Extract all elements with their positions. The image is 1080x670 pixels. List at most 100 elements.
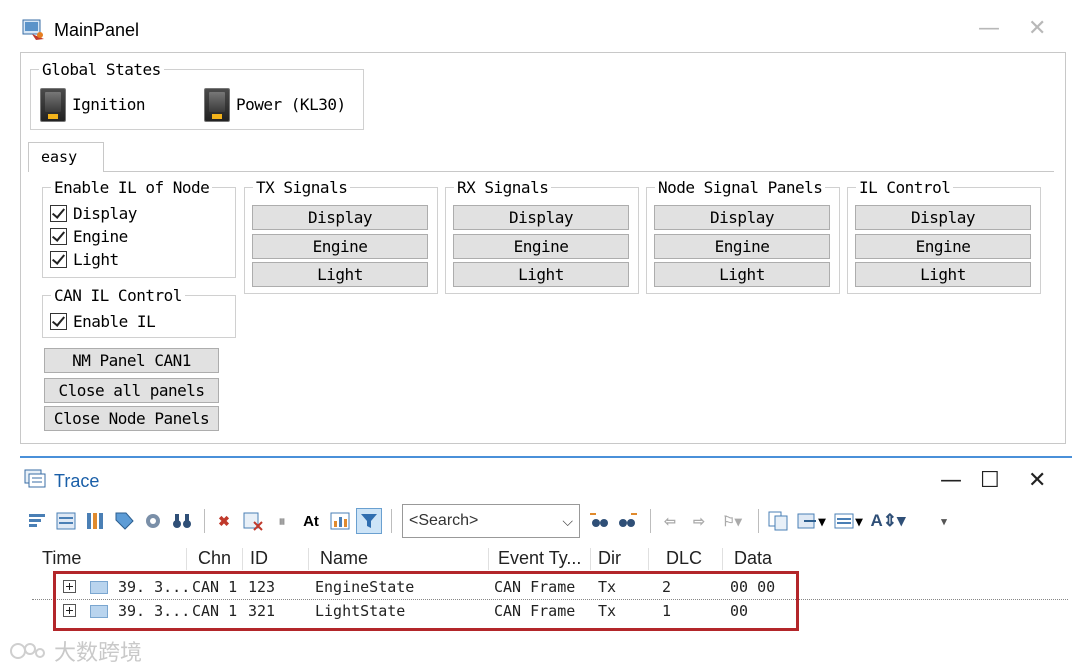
search-input[interactable]: <Search> ⌵ bbox=[402, 504, 580, 538]
column-divider[interactable] bbox=[722, 548, 723, 570]
rx-light-button[interactable]: Light bbox=[453, 262, 629, 287]
column-divider[interactable] bbox=[308, 548, 309, 570]
node-light-button[interactable]: Light bbox=[654, 262, 830, 287]
trace-window-icon bbox=[24, 469, 46, 494]
nm-panel-button[interactable]: NM Panel CAN1 bbox=[44, 348, 219, 373]
watermark-logo-icon bbox=[10, 643, 45, 659]
column-divider[interactable] bbox=[590, 548, 591, 570]
copy-icon[interactable] bbox=[765, 508, 791, 534]
global-states-legend: Global States bbox=[42, 60, 161, 79]
checkbox-light-label: Light bbox=[73, 250, 119, 269]
toolbar-separator-4 bbox=[758, 509, 759, 533]
rx-signals-legend: RX Signals bbox=[457, 178, 549, 197]
power-label: Power (KL30) bbox=[236, 95, 346, 114]
column-divider[interactable] bbox=[488, 548, 489, 570]
filter-list-icon[interactable] bbox=[24, 508, 50, 534]
trace-title: Trace bbox=[54, 470, 100, 491]
tx-display-button[interactable]: Display bbox=[252, 205, 428, 230]
trace-toolbar: ✖ ⏸ At <Search> ⌵ ⇦ ⇨ ⚐▾ ▾ ▾ A⇕▾ ▾ bbox=[24, 500, 1074, 542]
filter-icon[interactable] bbox=[356, 508, 382, 534]
close-node-panels-button[interactable]: Close Node Panels bbox=[44, 406, 219, 431]
col-dlc[interactable]: DLC bbox=[666, 548, 702, 569]
ignition-switch-icon[interactable] bbox=[40, 88, 66, 122]
node-signal-panels-legend: Node Signal Panels bbox=[658, 178, 823, 197]
checkbox-engine-label: Engine bbox=[73, 227, 128, 246]
checkbox-display-box[interactable] bbox=[50, 205, 67, 222]
chart-icon[interactable] bbox=[327, 508, 353, 534]
tab-easy[interactable]: easy bbox=[28, 142, 104, 172]
binoculars-icon[interactable] bbox=[169, 508, 195, 534]
search-placeholder: <Search> bbox=[409, 512, 479, 529]
detail-view-icon[interactable] bbox=[53, 508, 79, 534]
rx-engine-button[interactable]: Engine bbox=[453, 234, 629, 259]
tx-signals-legend: TX Signals bbox=[256, 178, 348, 197]
rx-display-button[interactable]: Display bbox=[453, 205, 629, 230]
ilc-engine-button[interactable]: Engine bbox=[855, 234, 1031, 259]
node-display-button[interactable]: Display bbox=[654, 205, 830, 230]
pause-icon[interactable]: ⏸ bbox=[269, 508, 295, 534]
checkbox-light[interactable]: Light bbox=[50, 250, 119, 269]
chevron-down-icon[interactable]: ⌵ bbox=[562, 513, 579, 530]
ignition-label: Ignition bbox=[72, 95, 146, 114]
close-button[interactable]: ✕ bbox=[1028, 16, 1046, 41]
tx-light-button[interactable]: Light bbox=[252, 262, 428, 287]
clear-icon[interactable]: ✖ bbox=[211, 508, 237, 534]
col-time[interactable]: Time bbox=[42, 548, 81, 569]
toolbar-separator-3 bbox=[650, 509, 651, 533]
checkbox-engine-box[interactable] bbox=[50, 228, 67, 245]
trace-minimize-button[interactable]: — bbox=[940, 468, 962, 493]
column-divider[interactable] bbox=[186, 548, 187, 570]
col-id[interactable]: ID bbox=[250, 548, 268, 569]
layout-dropdown-icon[interactable]: ▾ bbox=[831, 508, 865, 534]
toolbar-overflow-icon[interactable]: ▾ bbox=[931, 508, 957, 534]
tx-engine-button[interactable]: Engine bbox=[252, 234, 428, 259]
clear-filter-icon[interactable] bbox=[240, 508, 266, 534]
enable-il-legend: Enable IL of Node bbox=[54, 178, 210, 197]
trace-close-button[interactable]: ✕ bbox=[1028, 468, 1046, 493]
time-mode-icon[interactable]: At bbox=[298, 508, 324, 534]
col-chn[interactable]: Chn bbox=[198, 548, 231, 569]
il-control-legend: IL Control bbox=[859, 178, 951, 197]
toolbar-separator-2 bbox=[391, 509, 392, 533]
marker-dropdown-icon[interactable]: ⚐▾ bbox=[715, 508, 749, 534]
toolbar-separator bbox=[204, 509, 205, 533]
watermark-text: 大数跨境 bbox=[54, 641, 143, 666]
ilc-light-button[interactable]: Light bbox=[855, 262, 1031, 287]
settings-icon[interactable] bbox=[140, 508, 166, 534]
columns-icon[interactable] bbox=[82, 508, 108, 534]
export-dropdown-icon[interactable]: ▾ bbox=[794, 508, 828, 534]
watermark: 大数跨境 bbox=[8, 636, 142, 666]
checkbox-display[interactable]: Display bbox=[50, 204, 137, 223]
col-event-type[interactable]: Event Ty... bbox=[498, 548, 581, 569]
col-data[interactable]: Data bbox=[734, 548, 772, 569]
mainpanel-title: MainPanel bbox=[54, 19, 140, 40]
tag-icon[interactable] bbox=[111, 508, 137, 534]
col-name[interactable]: Name bbox=[320, 548, 368, 569]
minimize-button[interactable]: — bbox=[978, 16, 1000, 41]
checkbox-enable-il[interactable]: Enable IL bbox=[50, 312, 156, 331]
find-next-icon[interactable] bbox=[615, 508, 641, 534]
checkbox-light-box[interactable] bbox=[50, 251, 67, 268]
mainpanel-titlebar: MainPanel bbox=[22, 14, 139, 46]
ilc-display-button[interactable]: Display bbox=[855, 205, 1031, 230]
find-previous-icon[interactable] bbox=[586, 508, 612, 534]
trace-table-header: Time Chn ID Name Event Ty... Dir DLC Dat… bbox=[30, 546, 1072, 572]
highlight-box bbox=[53, 571, 799, 631]
arrow-left-icon[interactable]: ⇦ bbox=[657, 508, 683, 534]
checkbox-display-label: Display bbox=[73, 204, 137, 223]
font-size-dropdown-icon[interactable]: A⇕▾ bbox=[868, 508, 908, 534]
column-divider[interactable] bbox=[648, 548, 649, 570]
window-separator bbox=[20, 456, 1072, 458]
app-icon bbox=[22, 19, 46, 41]
node-engine-button[interactable]: Engine bbox=[654, 234, 830, 259]
checkbox-enable-il-box[interactable] bbox=[50, 313, 67, 330]
checkbox-engine[interactable]: Engine bbox=[50, 227, 128, 246]
column-divider[interactable] bbox=[242, 548, 243, 570]
power-switch-icon[interactable] bbox=[204, 88, 230, 122]
trace-maximize-button[interactable]: ☐ bbox=[980, 468, 1000, 493]
trace-titlebar: Trace bbox=[24, 466, 99, 496]
close-all-panels-button[interactable]: Close all panels bbox=[44, 378, 219, 403]
can-il-control-legend: CAN IL Control bbox=[54, 286, 182, 305]
arrow-right-icon[interactable]: ⇨ bbox=[686, 508, 712, 534]
col-dir[interactable]: Dir bbox=[598, 548, 621, 569]
